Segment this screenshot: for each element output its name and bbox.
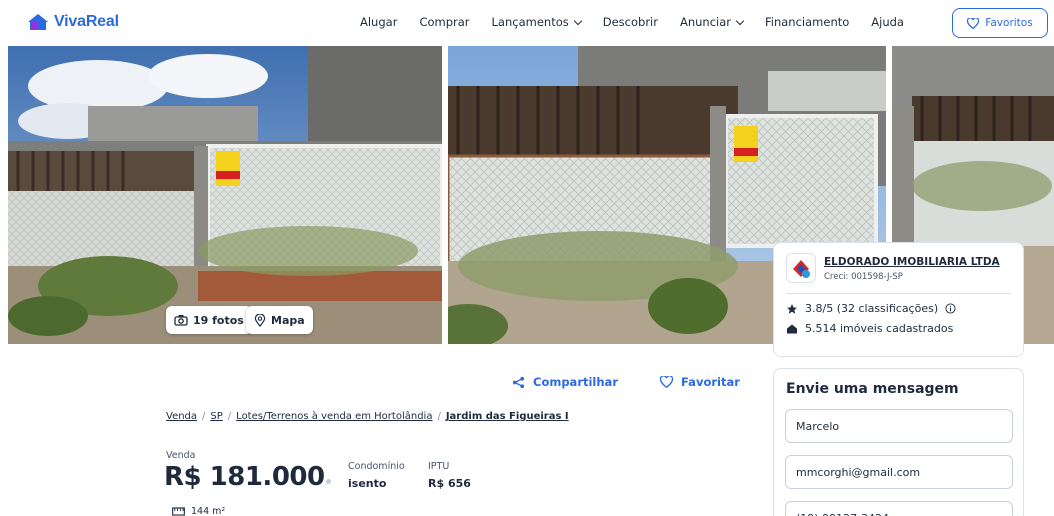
breadcrumb-neighborhood[interactable]: Jardim das Figueiras I (446, 411, 569, 422)
form-title: Envie uma mensagem (786, 381, 959, 397)
chevron-down-icon (735, 16, 745, 25)
price-type-label: Venda (166, 450, 196, 461)
sale-price: R$ 181.000 (164, 462, 325, 492)
listing-actions: Compartilhar Favoritar (512, 375, 740, 389)
home-icon (787, 324, 797, 333)
info-icon[interactable] (945, 303, 956, 314)
contact-form: Envie uma mensagem (773, 368, 1024, 516)
nav-financiamento[interactable]: Financiamento (765, 15, 849, 29)
nav-comprar[interactable]: Comprar (419, 15, 469, 29)
agency-creci: Creci: 001598-J-SP (824, 272, 903, 282)
condo-fee: Condomínio isento (348, 461, 405, 490)
nav-anunciar[interactable]: Anunciar (680, 15, 745, 29)
nav-lancamentos[interactable]: Lançamentos (492, 15, 582, 29)
divider (786, 293, 1011, 294)
share-button[interactable]: Compartilhar (512, 375, 618, 389)
nav-descobrir[interactable]: Descobrir (603, 15, 658, 29)
separator-dot (326, 479, 331, 484)
brand-name: VivaReal (54, 13, 119, 30)
email-field[interactable] (785, 455, 1013, 489)
location-pin-icon (254, 313, 266, 327)
ruler-icon (172, 507, 185, 516)
favorite-button[interactable]: Favoritar (660, 375, 740, 389)
star-icon (787, 303, 797, 314)
vivareal-logo[interactable]: VivaReal (28, 13, 119, 31)
breadcrumb-city[interactable]: Lotes/Terrenos à venda em Hortolândia (236, 411, 432, 422)
iptu-fee: IPTU R$ 656 (428, 461, 471, 490)
breadcrumb-separator: / (227, 411, 232, 422)
camera-icon (174, 315, 188, 326)
share-icon (512, 376, 525, 388)
nav-alugar[interactable]: Alugar (360, 15, 397, 29)
map-button[interactable]: Mapa (246, 306, 313, 334)
area-info: 144 m² (172, 506, 225, 516)
listing-page: VivaReal Alugar Comprar Lançamentos Desc… (0, 0, 1054, 516)
favorites-button[interactable]: Favoritos (952, 8, 1048, 38)
photos-button[interactable]: 19 fotos (166, 306, 252, 334)
breadcrumb-separator: / (437, 411, 441, 422)
main-nav: Alugar Comprar Lançamentos Descobrir Anu… (360, 15, 926, 29)
heart-icon (967, 17, 980, 29)
chevron-down-icon (573, 16, 582, 25)
breadcrumb-state[interactable]: SP (210, 411, 222, 422)
agency-card: ELDORADO IMOBILIARIA LTDA Creci: 001598-… (773, 242, 1024, 357)
agency-logo-icon[interactable] (786, 253, 816, 283)
nav-ajuda[interactable]: Ajuda (871, 15, 904, 29)
agency-rating: 3.8/5 (32 classificações) (786, 302, 1011, 315)
breadcrumb-venda[interactable]: Venda (166, 411, 197, 422)
heart-icon (660, 376, 673, 388)
agency-listings: 5.514 imóveis cadastrados (786, 322, 1011, 335)
breadcrumb-separator: / (202, 411, 206, 422)
breadcrumb: Venda / SP / Lotes/Terrenos à venda em H… (166, 411, 569, 422)
name-field[interactable] (785, 409, 1013, 443)
top-header: VivaReal Alugar Comprar Lançamentos Desc… (0, 0, 1054, 46)
property-photo-1[interactable]: 19 fotos Mapa (8, 46, 442, 344)
agency-name-link[interactable]: ELDORADO IMOBILIARIA LTDA (824, 256, 1000, 268)
house-logo-icon (28, 14, 48, 30)
phone-field[interactable] (785, 501, 1013, 516)
